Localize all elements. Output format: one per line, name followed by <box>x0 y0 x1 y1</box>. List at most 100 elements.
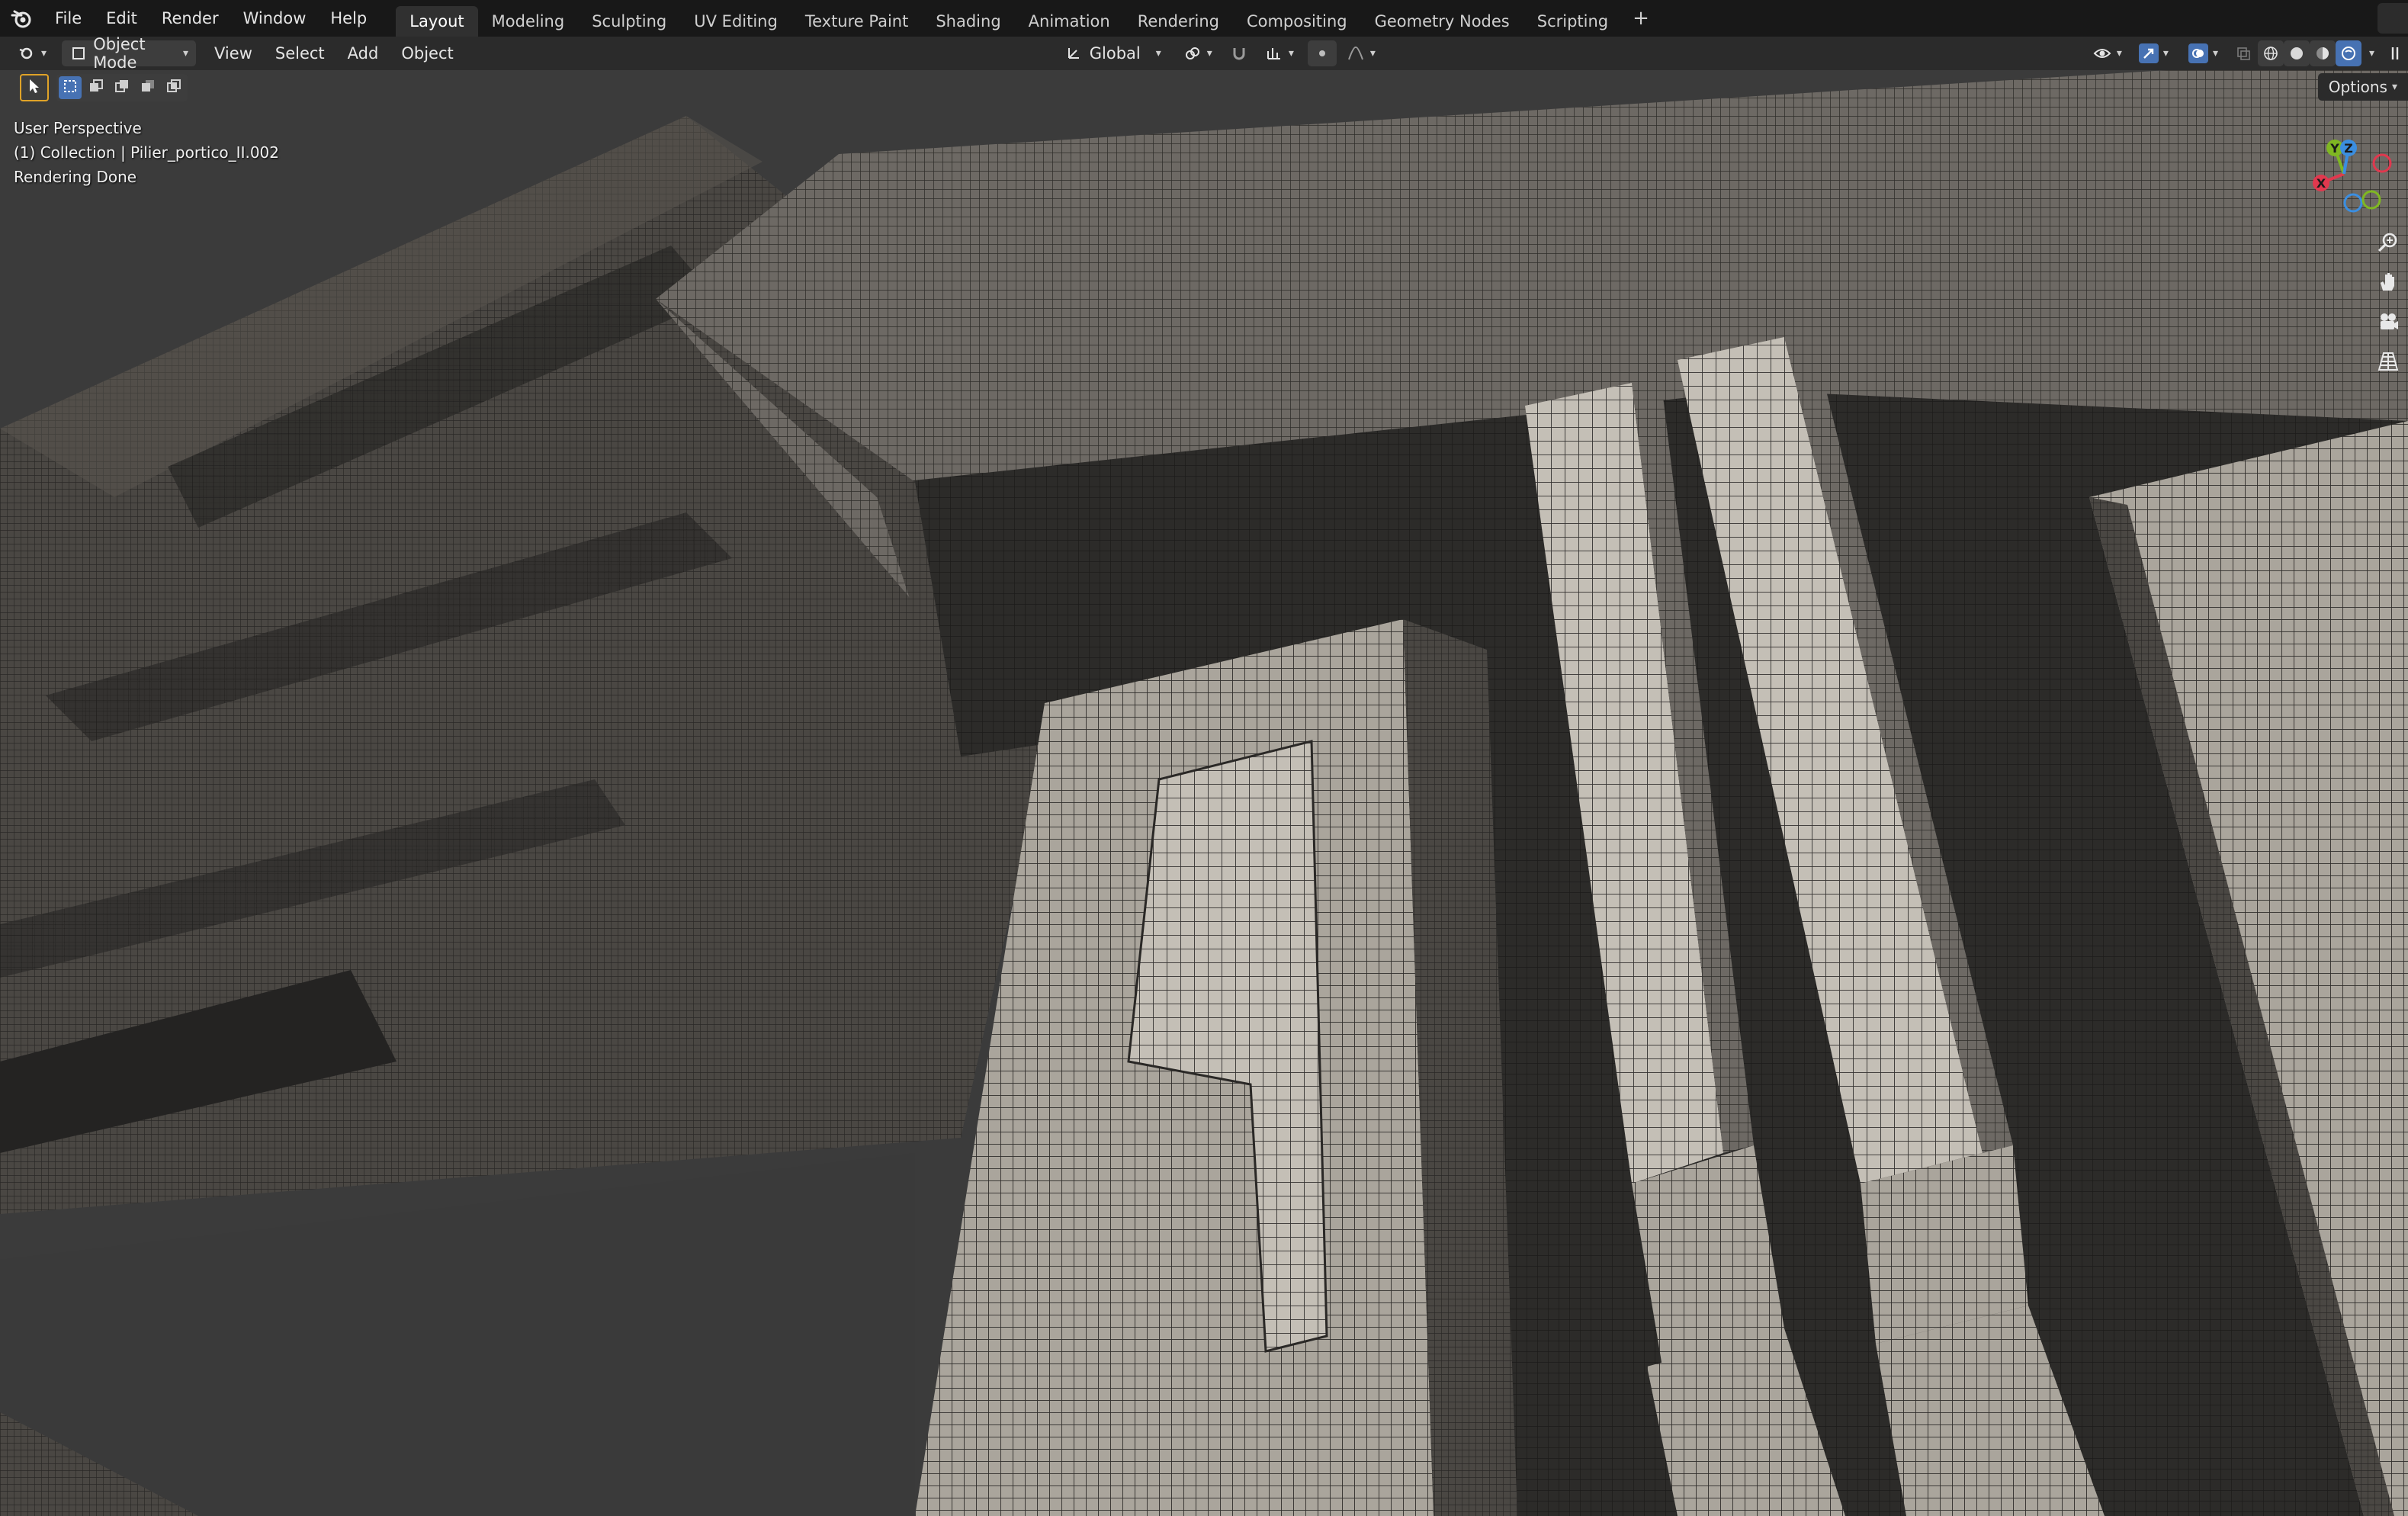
gizmo-toggle[interactable]: ▾ <box>2131 40 2176 66</box>
menu-add[interactable]: Add <box>340 40 387 66</box>
select-intersect-button[interactable] <box>162 76 185 99</box>
select-difference-button[interactable] <box>136 76 159 99</box>
tab-modeling[interactable]: Modeling <box>478 6 579 37</box>
sidebar-toggle[interactable] <box>2382 40 2408 66</box>
viewport-header: ▾ Object Mode ▾ View Select Add Object G… <box>0 35 2408 72</box>
tab-layout[interactable]: Layout <box>396 6 478 37</box>
tab-sculpting[interactable]: Sculpting <box>578 6 680 37</box>
overlays-icon <box>2188 43 2208 63</box>
chevron-down-icon: ▾ <box>1206 47 1212 59</box>
eye-icon <box>2092 43 2112 63</box>
shading-material-button[interactable] <box>2309 40 2336 66</box>
collection-info-text: (1) Collection | Pilier_portico_II.002 <box>14 143 279 162</box>
viewport-scene <box>0 70 2408 1516</box>
orientation-axes-icon <box>1064 43 1084 63</box>
viewport-info-overlay: User Perspective (1) Collection | Pilier… <box>14 116 279 189</box>
blender-logo-icon[interactable] <box>0 0 43 37</box>
menu-view[interactable]: View <box>207 40 260 66</box>
magnet-icon <box>1229 43 1249 63</box>
shading-rendered-button[interactable] <box>2335 40 2361 66</box>
tab-texture-paint[interactable]: Texture Paint <box>791 6 923 37</box>
visibility-dropdown[interactable]: ▾ <box>2085 40 2130 66</box>
chevron-down-icon: ▾ <box>2368 47 2374 59</box>
menu-render[interactable]: Render <box>149 0 231 37</box>
shading-solid-button[interactable] <box>2283 40 2310 66</box>
tab-animation[interactable]: Animation <box>1015 6 1124 37</box>
pivot-icon <box>1183 43 1202 63</box>
menu-help[interactable]: Help <box>318 0 379 37</box>
orientation-label: Global <box>1089 44 1141 63</box>
camera-icon <box>2377 310 2400 336</box>
gizmo-neg-z-axis[interactable] <box>2343 193 2363 213</box>
snap-target-dropdown[interactable]: ▾ <box>1257 40 1302 66</box>
workspace-tabs: Layout Modeling Sculpting UV Editing Tex… <box>396 0 1660 37</box>
gizmo-x-label: X <box>2316 176 2326 191</box>
select-new-icon <box>63 79 78 97</box>
add-workspace-button[interactable]: + <box>1622 7 1660 30</box>
tab-uv-editing[interactable]: UV Editing <box>680 6 791 37</box>
select-extend-button[interactable] <box>85 76 108 99</box>
xray-icon <box>2233 43 2253 63</box>
top-menu-bar: File Edit Render Window Help Layout Mode… <box>0 0 2408 37</box>
select-new-button[interactable] <box>59 76 82 99</box>
options-dropdown[interactable]: Options ▾ <box>2317 73 2408 101</box>
navigation-gizmo[interactable]: X Y Z <box>2298 127 2397 221</box>
menu-window[interactable]: Window <box>231 0 319 37</box>
gizmo-neg-x-axis[interactable] <box>2372 153 2392 173</box>
sidebar-toggle-icon <box>2385 43 2405 63</box>
solid-sphere-icon <box>2287 43 2307 63</box>
zoom-button[interactable] <box>2373 229 2403 259</box>
xray-toggle[interactable] <box>2230 40 2256 66</box>
3d-viewport[interactable] <box>0 70 2408 1516</box>
tab-scripting[interactable]: Scripting <box>1523 6 1622 37</box>
snap-toggle[interactable] <box>1222 40 1257 66</box>
transform-orientation-dropdown[interactable]: Global ▾ <box>1056 40 1169 66</box>
material-sphere-icon <box>2313 43 2333 63</box>
view-name-text: User Perspective <box>14 119 142 137</box>
gizmo-arrow-icon <box>2138 43 2159 63</box>
overlays-toggle[interactable]: ▾ <box>2181 40 2226 66</box>
selection-mode-group <box>56 74 188 101</box>
perspective-toggle-button[interactable] <box>2373 348 2403 378</box>
zoom-magnifier-icon <box>2377 231 2400 257</box>
chevron-down-icon: ▾ <box>2162 47 2169 59</box>
gizmo-y-label: Y <box>2329 141 2339 156</box>
chevron-down-icon: ▾ <box>183 47 189 59</box>
shading-options-dropdown[interactable]: ▾ <box>2361 40 2377 66</box>
tab-geometry-nodes[interactable]: Geometry Nodes <box>1361 6 1523 37</box>
menu-edit[interactable]: Edit <box>94 0 149 37</box>
cursor-arrow-icon <box>27 78 42 98</box>
grid-perspective-icon <box>2377 350 2400 376</box>
gizmo-neg-y-axis[interactable] <box>2361 190 2381 210</box>
menu-object[interactable]: Object <box>393 40 461 66</box>
tab-shading[interactable]: Shading <box>922 6 1014 37</box>
pivot-point-dropdown[interactable]: ▾ <box>1175 40 1220 66</box>
menu-file[interactable]: File <box>43 0 94 37</box>
camera-view-button[interactable] <box>2373 308 2403 339</box>
falloff-dropdown[interactable]: ▾ <box>1338 40 1383 66</box>
falloff-curve-icon <box>1346 43 1366 63</box>
scene-selector-button[interactable] <box>2377 3 2408 34</box>
tool-settings-row: Options ▾ <box>0 70 2408 105</box>
proportional-edit-toggle[interactable] <box>1307 40 1337 66</box>
menu-select[interactable]: Select <box>268 40 332 66</box>
select-extend-icon <box>88 79 104 97</box>
tab-compositing[interactable]: Compositing <box>1233 6 1361 37</box>
chevron-down-icon: ▾ <box>1288 47 1294 59</box>
viewport-nav-buttons <box>2373 229 2403 378</box>
wireframe-sphere-icon <box>2261 43 2281 63</box>
pan-button[interactable] <box>2373 268 2403 299</box>
tab-rendering[interactable]: Rendering <box>1124 6 1233 37</box>
editor-type-button[interactable]: ▾ <box>9 40 54 66</box>
chevron-down-icon: ▾ <box>1369 47 1376 59</box>
shading-wireframe-button[interactable] <box>2257 40 2284 66</box>
chevron-down-icon: ▾ <box>41 47 47 59</box>
mode-selector[interactable]: Object Mode ▾ <box>62 35 197 72</box>
render-status-text: Rendering Done <box>14 168 137 186</box>
chevron-down-icon: ▾ <box>2212 47 2218 59</box>
select-subtract-icon <box>114 79 130 97</box>
select-box-tool[interactable] <box>20 74 49 101</box>
select-subtract-button[interactable] <box>111 76 133 99</box>
editor-type-icon <box>17 43 37 63</box>
options-label: Options <box>2328 78 2387 96</box>
